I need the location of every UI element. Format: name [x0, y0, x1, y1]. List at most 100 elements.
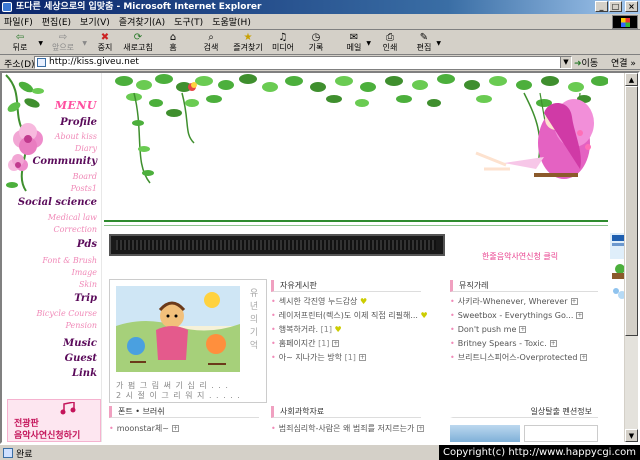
song-title: Sweetbox - Everythings Go... — [457, 311, 574, 320]
list-item[interactable]: • 범죄심리학-사람은 왜 범죄를 저지르는가 + — [271, 422, 443, 436]
address-dropdown-icon[interactable]: ▼ — [560, 57, 571, 68]
sidebar-item-pension[interactable]: Pension — [65, 321, 97, 330]
sidebar-item-link[interactable]: Link — [72, 368, 97, 379]
back-dropdown-icon[interactable]: ▼ — [38, 40, 43, 47]
photo-box: 유 년 의 기 억 가 펌 그 림 써 기 십 리 . . . 2 시 절 이 … — [109, 279, 267, 403]
menu-title: MENU — [54, 99, 97, 112]
bullet-icon: • — [271, 297, 276, 306]
edit-icon: ✎ — [419, 32, 429, 43]
music-equalizer — [116, 240, 436, 250]
list-item[interactable]: • moonstar체~ + — [109, 422, 267, 436]
social-box-title[interactable]: 사회과학자료 — [271, 406, 421, 418]
sidebar-item-skin[interactable]: Skin — [79, 280, 97, 289]
bullet-icon: • — [109, 424, 114, 433]
search-button[interactable]: ⌕ 검색 — [200, 32, 222, 54]
address-input[interactable]: http://kiss.giveu.net ▼ — [34, 56, 572, 69]
menu-edit[interactable]: 편집(E) — [42, 15, 71, 28]
sidebar-item-pds[interactable]: Pds — [77, 239, 97, 250]
close-button[interactable]: × — [625, 1, 638, 12]
mail-dropdown-icon[interactable]: ▼ — [366, 40, 371, 47]
sidebar-item-trip[interactable]: Trip — [74, 293, 97, 304]
sidebar-item-diary[interactable]: Diary — [75, 144, 97, 153]
list-item[interactable]: • 행복하거라. [1] ♥ — [271, 323, 441, 337]
edit-dropdown-icon[interactable]: ▼ — [436, 40, 441, 47]
list-item[interactable]: • Britney Spears - Toxic. + — [450, 337, 606, 351]
scroll-up-icon[interactable]: ▲ — [625, 73, 638, 86]
font-box-title[interactable]: 폰트 • 브러쉬 — [109, 406, 259, 418]
list-item[interactable]: • 홈페이지간 [1] + — [271, 337, 441, 351]
menu-tools[interactable]: 도구(T) — [174, 15, 203, 28]
mail-icon: ✉ — [349, 32, 359, 43]
page-viewport[interactable]: MENU Profile About kiss Diary Community … — [0, 71, 640, 444]
history-button[interactable]: ◷ 기록 — [306, 32, 326, 54]
sidebar-item-posts1[interactable]: Posts1 — [71, 184, 97, 193]
sidebar-item-font-brush[interactable]: Font & Brush — [42, 256, 97, 265]
sidebar-item-guest[interactable]: Guest — [65, 353, 97, 364]
forward-dropdown-icon[interactable]: ▼ — [82, 40, 87, 47]
back-icon: ⇦ — [15, 32, 25, 43]
favorites-button[interactable]: ★ 즐겨찾기 — [230, 32, 266, 54]
expand-icon: + — [576, 312, 584, 319]
list-item[interactable]: • 아~ 지나가는 방학 [1] + — [271, 351, 441, 365]
stop-button[interactable]: ✖ 중지 — [94, 32, 116, 54]
sidebar-item-about-kiss[interactable]: About kiss — [55, 132, 97, 141]
menu-view[interactable]: 보기(V) — [80, 15, 110, 28]
list-item[interactable]: • 레이저프린터(렉스)도 이제 직접 리필해... ♥ — [271, 309, 441, 323]
menu-favorites[interactable]: 즐겨찾기(A) — [119, 15, 165, 28]
list-item[interactable]: • Don't push me + — [450, 323, 606, 337]
lyrics-title[interactable]: 뮤직가레 — [450, 280, 598, 292]
music-player-bar[interactable] — [109, 234, 445, 256]
sidebar-item-profile[interactable]: Profile — [60, 117, 97, 128]
ie-app-icon — [2, 2, 12, 12]
go-button[interactable]: ➜이동 — [574, 56, 598, 69]
edit-button[interactable]: ✎ 편집 ▼ — [414, 32, 441, 54]
forward-button[interactable]: ⇨ 앞으로 ▼ — [46, 32, 87, 54]
bullet-icon: • — [450, 311, 455, 320]
page-icon — [37, 58, 46, 67]
vertical-scrollbar[interactable]: ▲ ▼ — [624, 73, 638, 442]
refresh-button[interactable]: ⟳ 새로고침 — [120, 32, 156, 54]
bullet-icon: • — [450, 297, 455, 306]
mail-button[interactable]: ✉ 메일 ▼ — [344, 32, 371, 54]
music-request-link[interactable]: 한줄음악사연신청 클릭 — [482, 251, 558, 262]
home-icon: ⌂ — [169, 32, 177, 43]
maximize-button[interactable]: □ — [609, 1, 622, 12]
sidebar-item-image[interactable]: Image — [72, 268, 97, 277]
freeboard-title[interactable]: 자유게시판 — [271, 280, 421, 292]
sidebar-item-bicycle-course[interactable]: Bicycle Course — [36, 309, 97, 318]
list-item[interactable]: • 브리트니스피어스-Overprotected + — [450, 351, 606, 365]
print-button[interactable]: ⎙ 인쇄 — [380, 32, 400, 54]
media-label: 미디어 — [271, 43, 295, 52]
page-done-icon — [3, 448, 13, 458]
sidebar-item-community[interactable]: Community — [32, 156, 97, 167]
list-item[interactable]: • Sweetbox - Everythings Go... + — [450, 309, 606, 323]
main-content-frame: 한줄음악사연신청 클릭 유 년 의 기 억 가 펌 그 림 써 기 십 리 . … — [104, 73, 608, 442]
song-title: 브리트니스피어스-Overprotected — [457, 353, 578, 362]
stop-label: 중지 — [97, 43, 113, 52]
menu-help[interactable]: 도움말(H) — [212, 15, 251, 28]
menu-file[interactable]: 파일(F) — [4, 15, 33, 28]
forward-label: 앞으로 — [51, 43, 75, 52]
list-item[interactable]: • 사키라-Whenever, Wherever + — [450, 295, 606, 309]
sidebar-item-social-science[interactable]: Social science — [18, 197, 97, 208]
sidebar-item-board[interactable]: Board — [73, 172, 97, 181]
expand-icon: + — [332, 340, 340, 347]
pension-thumbnail[interactable] — [450, 425, 520, 442]
back-button[interactable]: ⇦ 뒤로 ▼ — [4, 32, 43, 54]
media-button[interactable]: ♫ 미디어 — [270, 32, 296, 54]
links-button[interactable]: 연결 » — [611, 56, 636, 69]
window-title-bar[interactable]: 또다른 세상으로의 입맞춤 - Microsoft Internet Explo… — [0, 0, 640, 14]
home-button[interactable]: ⌂ 홈 — [163, 32, 183, 54]
sidebar-item-medical-law[interactable]: Medical law — [48, 213, 97, 222]
list-item[interactable]: • 섹시한 각진영 누드감상 ♥ — [271, 295, 441, 309]
minimize-button[interactable]: _ — [595, 1, 608, 12]
sidebar-item-correction[interactable]: Correction — [53, 225, 97, 234]
sidebar-item-music[interactable]: Music — [63, 338, 97, 349]
freeboard-list: • 섹시한 각진영 누드감상 ♥ • 레이저프린터(렉스)도 이제 직접 리필해..… — [271, 295, 441, 365]
window-controls: _ □ × — [595, 1, 638, 12]
music-request-banner[interactable]: 전광판 음악사연신청하기 — [7, 399, 101, 442]
scroll-thumb[interactable] — [625, 86, 638, 336]
bullet-icon: • — [450, 353, 455, 362]
scroll-down-icon[interactable]: ▼ — [625, 429, 638, 442]
pension-box-title[interactable]: 일상탈출 펜션정보 — [450, 406, 598, 418]
